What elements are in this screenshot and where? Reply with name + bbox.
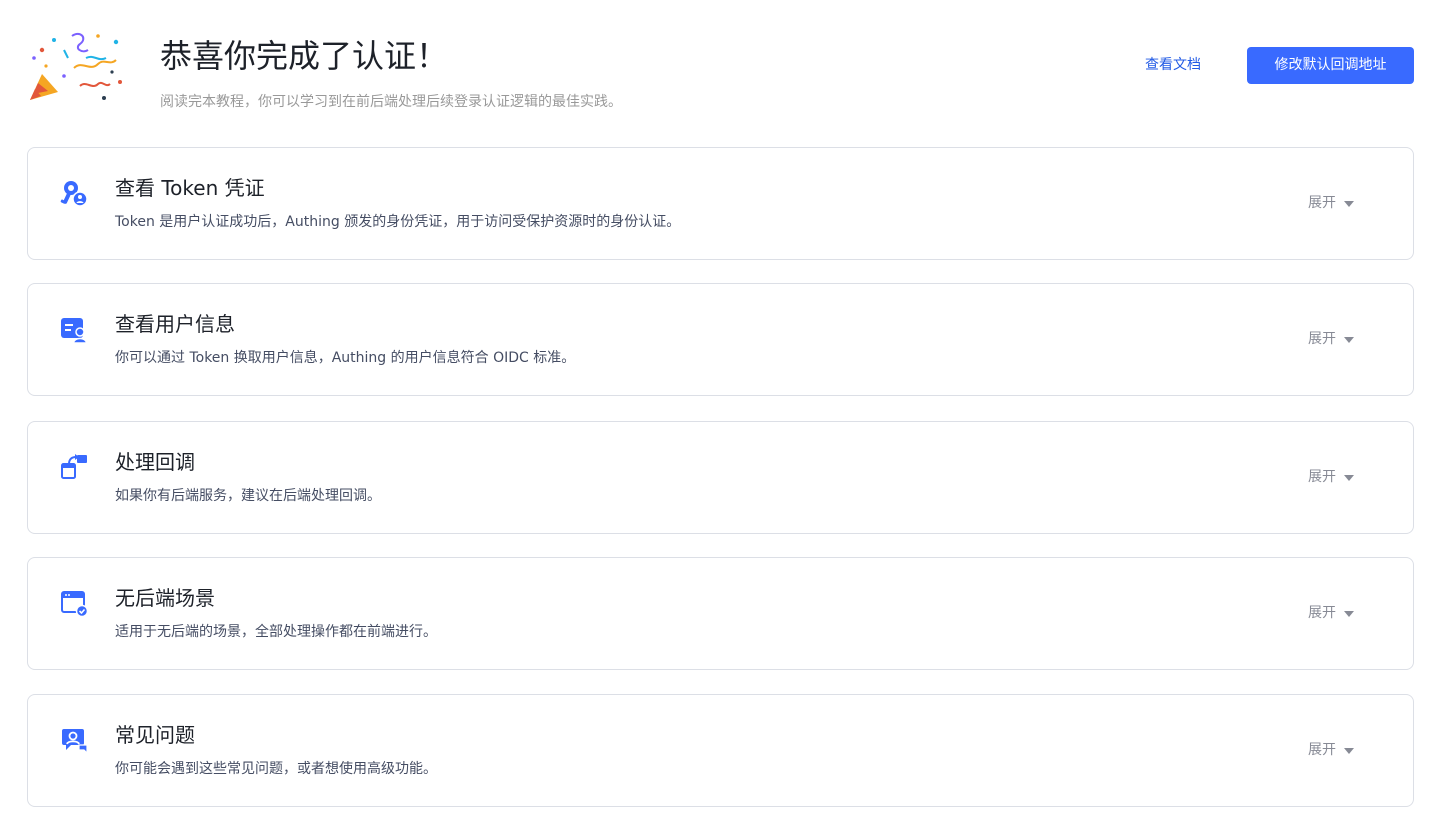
expand-label: 展开 xyxy=(1308,742,1336,758)
page-title: 恭喜你完成了认证！ xyxy=(160,37,449,75)
caret-down-icon xyxy=(1344,474,1354,481)
section-description: 你可能会遇到这些常见问题，或者想使用高级功能。 xyxy=(115,761,437,777)
edit-callback-url-button[interactable]: 修改默认回调地址 xyxy=(1247,47,1414,84)
faq-chat-icon xyxy=(62,729,88,755)
expand-label: 展开 xyxy=(1308,469,1336,485)
expand-label: 展开 xyxy=(1308,331,1336,347)
caret-down-icon xyxy=(1344,747,1354,754)
user-card-icon xyxy=(61,318,88,344)
section-description: 如果你有后端服务，建议在后端处理回调。 xyxy=(115,488,381,504)
caret-down-icon xyxy=(1344,336,1354,343)
page: 恭喜你完成了认证！ 阅读完本教程，你可以学习到在前后端处理后续登录认证逻辑的最佳… xyxy=(0,0,1444,819)
section-title: 常见问题 xyxy=(115,723,195,747)
section-description: 你可以通过 Token 换取用户信息，Authing 的用户信息符合 OIDC … xyxy=(115,350,576,366)
expand-toggle[interactable]: 展开 xyxy=(1308,329,1354,349)
section-description: Token 是用户认证成功后，Authing 颁发的身份凭证，用于访问受保护资源… xyxy=(115,214,681,230)
view-docs-link[interactable]: 查看文档 xyxy=(1145,55,1201,75)
section-title: 查看用户信息 xyxy=(115,312,235,336)
expand-toggle[interactable]: 展开 xyxy=(1308,467,1354,487)
section-card-callback[interactable]: 处理回调 如果你有后端服务，建议在后端处理回调。 展开 xyxy=(27,421,1414,534)
expand-label: 展开 xyxy=(1308,195,1336,211)
expand-label: 展开 xyxy=(1308,605,1336,621)
expand-toggle[interactable]: 展开 xyxy=(1308,193,1354,213)
page-subtitle: 阅读完本教程，你可以学习到在前后端处理后续登录认证逻辑的最佳实践。 xyxy=(160,94,622,110)
section-card-faq[interactable]: 常见问题 你可能会遇到这些常见问题，或者想使用高级功能。 展开 xyxy=(27,694,1414,807)
section-card-no-backend[interactable]: 无后端场景 适用于无后端的场景，全部处理操作都在前端进行。 展开 xyxy=(27,557,1414,670)
section-title: 无后端场景 xyxy=(115,586,215,610)
section-card-token[interactable]: 查看 Token 凭证 Token 是用户认证成功后，Authing 颁发的身份… xyxy=(27,147,1414,260)
header: 恭喜你完成了认证！ 阅读完本教程，你可以学习到在前后端处理后续登录认证逻辑的最佳… xyxy=(0,0,1444,130)
callback-icon xyxy=(61,454,87,479)
party-popper-icon xyxy=(30,32,122,100)
section-description: 适用于无后端的场景，全部处理操作都在前端进行。 xyxy=(115,624,437,640)
expand-toggle[interactable]: 展开 xyxy=(1308,740,1354,760)
caret-down-icon xyxy=(1344,200,1354,207)
section-card-userinfo[interactable]: 查看用户信息 你可以通过 Token 换取用户信息，Authing 的用户信息符… xyxy=(27,283,1414,396)
browser-check-icon xyxy=(61,591,89,618)
expand-toggle[interactable]: 展开 xyxy=(1308,603,1354,623)
section-title: 处理回调 xyxy=(115,450,195,474)
section-title: 查看 Token 凭证 xyxy=(115,176,265,200)
key-user-icon xyxy=(60,181,88,207)
caret-down-icon xyxy=(1344,610,1354,617)
